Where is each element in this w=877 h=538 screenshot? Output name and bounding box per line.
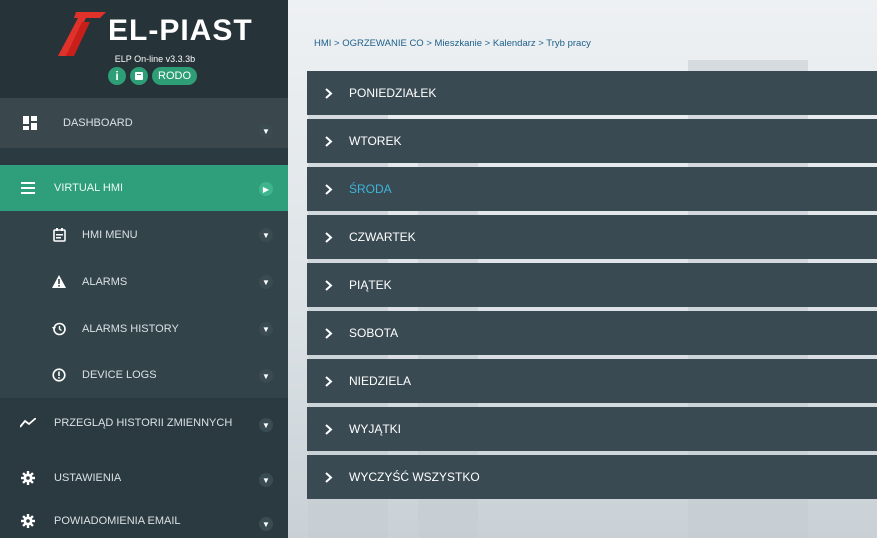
chevron-right-icon: [323, 375, 335, 387]
book-icon: [135, 72, 143, 80]
sidebar-item-label: DASHBOARD: [63, 117, 133, 129]
day-row-tuesday[interactable]: WTOREK: [307, 119, 877, 163]
logo-text: EL-PIAST: [108, 14, 253, 47]
chevron-right-icon: [323, 135, 335, 147]
rodo-button[interactable]: RODO: [152, 67, 197, 85]
day-label: WTOREK: [349, 134, 402, 148]
sidebar: EL-PIAST ELP On-line v3.3.3b i RODO DASH…: [0, 0, 288, 538]
chevron-down-icon[interactable]: ▼: [259, 517, 273, 531]
main-content: HMI > OGRZEWANIE CO > Mieszkanie > Kalen…: [288, 0, 877, 538]
sidebar-item-label: USTAWIENIA: [54, 472, 122, 484]
chevron-down-icon[interactable]: ▼: [259, 228, 273, 242]
day-label: NIEDZIELA: [349, 374, 412, 388]
day-label: CZWARTEK: [349, 230, 416, 244]
sidebar-item-label: DEVICE LOGS: [82, 369, 157, 381]
chevron-right-icon: [323, 183, 335, 195]
day-row-clear-all[interactable]: WYCZYŚĆ WSZYSTKO: [307, 455, 877, 499]
sidebar-item-history[interactable]: PRZEGLĄD HISTORII ZMIENNYCH ▼: [0, 398, 288, 448]
sidebar-item-dashboard[interactable]: DASHBOARD ▼: [0, 98, 288, 148]
info-icon: i: [115, 69, 119, 83]
warning-icon: [51, 274, 67, 290]
chevron-right-icon: [323, 231, 335, 243]
calendar-icon: [51, 227, 67, 243]
day-row-monday[interactable]: PONIEDZIAŁEK: [307, 71, 877, 115]
dashboard-icon: [22, 115, 38, 131]
day-row-thursday[interactable]: CZWARTEK: [307, 215, 877, 259]
day-label: SOBOTA: [349, 326, 399, 340]
sidebar-item-label: PRZEGLĄD HISTORII ZMIENNYCH: [54, 417, 233, 429]
day-row-wednesday[interactable]: ŚRODA: [307, 167, 877, 211]
sidebar-item-device-logs[interactable]: DEVICE LOGS ▼: [0, 352, 288, 398]
sidebar-item-label: ALARMS HISTORY: [82, 322, 179, 335]
day-label: ŚRODA: [349, 182, 392, 196]
day-row-exceptions[interactable]: WYJĄTKI: [307, 407, 877, 451]
trend-icon: [20, 415, 36, 431]
chevron-right-icon: [323, 279, 335, 291]
day-row-sunday[interactable]: NIEDZIELA: [307, 359, 877, 403]
chevron-down-icon[interactable]: ▼: [259, 124, 273, 138]
sidebar-item-alarms[interactable]: ALARMS ▼: [0, 258, 288, 305]
version-label: ELP On-line v3.3.3b: [114, 54, 196, 64]
logo-icon: [58, 12, 106, 56]
chevron-right-icon: [323, 87, 335, 99]
day-label: PIĄTEK: [349, 278, 392, 292]
chevron-right-icon: [323, 471, 335, 483]
sidebar-item-virtual-hmi[interactable]: VIRTUAL HMI ▶: [0, 165, 288, 211]
chevron-right-icon: [323, 327, 335, 339]
info-circle-icon: [51, 367, 67, 383]
info-button[interactable]: i: [108, 67, 126, 85]
menu-icon: [20, 180, 36, 196]
gear-icon: [20, 513, 36, 529]
chevron-down-icon[interactable]: ▼: [259, 369, 273, 383]
sidebar-item-label: POWIADOMIENIA EMAIL: [54, 514, 181, 527]
chevron-down-icon[interactable]: ▼: [259, 322, 273, 336]
day-label: WYJĄTKI: [349, 422, 402, 436]
sidebar-item-label: ALARMS: [82, 275, 128, 288]
chevron-down-icon[interactable]: ▼: [259, 473, 273, 487]
day-label: PONIEDZIAŁEK: [349, 86, 437, 100]
history-icon: [51, 321, 67, 337]
day-row-friday[interactable]: PIĄTEK: [307, 263, 877, 307]
sidebar-item-label: HMI MENU: [82, 228, 138, 241]
day-row-saturday[interactable]: SOBOTA: [307, 311, 877, 355]
day-label: WYCZYŚĆ WSZYSTKO: [349, 470, 480, 484]
sidebar-item-email[interactable]: POWIADOMIENIA EMAIL ▼: [0, 503, 288, 538]
sidebar-item-settings[interactable]: USTAWIENIA ▼: [0, 455, 288, 501]
logo-area: EL-PIAST ELP On-line v3.3.3b i RODO: [0, 0, 288, 98]
chevron-right-icon[interactable]: ▶: [259, 182, 273, 196]
chevron-down-icon[interactable]: ▼: [259, 275, 273, 289]
manual-button[interactable]: [130, 67, 148, 85]
breadcrumb[interactable]: HMI > OGRZEWANIE CO > Mieszkanie > Kalen…: [314, 38, 591, 49]
sidebar-item-hmi-menu[interactable]: HMI MENU ▼: [0, 211, 288, 258]
sidebar-item-label: VIRTUAL HMI: [54, 182, 124, 194]
chevron-down-icon[interactable]: ▼: [259, 418, 273, 432]
chevron-right-icon: [323, 423, 335, 435]
gear-icon: [20, 470, 36, 486]
sidebar-item-alarms-history[interactable]: ALARMS HISTORY ▼: [0, 305, 288, 352]
